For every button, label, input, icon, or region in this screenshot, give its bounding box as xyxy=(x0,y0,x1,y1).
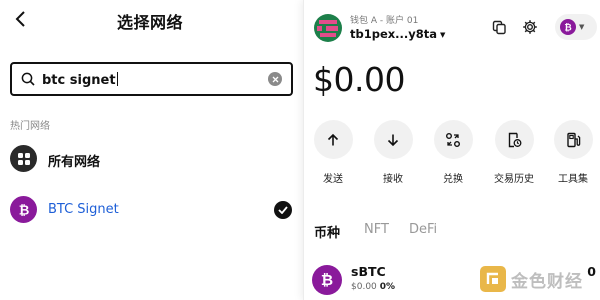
tab-defi[interactable]: DeFi xyxy=(409,222,437,237)
asset-fiat-value: $0.00 xyxy=(351,282,377,292)
watermark: 金色财经 xyxy=(480,264,583,294)
svg-text:₿: ₿ xyxy=(18,203,29,218)
balance: $0.00 xyxy=(313,60,405,99)
toolkit-button[interactable]: 工具集 xyxy=(543,120,600,185)
search-input[interactable]: btc signet xyxy=(10,62,293,96)
network-item-all[interactable]: 所有网络 xyxy=(0,141,300,177)
text-cursor xyxy=(116,72,118,86)
bitcoin-icon: ₿ xyxy=(560,19,576,35)
asset-value: $0.00 0% xyxy=(351,282,395,292)
receive-button[interactable]: 接收 xyxy=(363,120,423,185)
account-name: 钱包 A - 账户 01 xyxy=(350,16,419,26)
check-icon xyxy=(274,201,292,219)
history-label: 交易历史 xyxy=(494,174,534,185)
address-selector[interactable]: tb1pex...y8ta ▼ xyxy=(350,27,445,41)
clear-search-button[interactable] xyxy=(268,72,282,86)
network-item-label: 所有网络 xyxy=(48,155,101,170)
chevron-down-icon: ▼ xyxy=(579,23,585,31)
toolkit-label: 工具集 xyxy=(558,174,588,185)
bitcoin-icon: ₿ xyxy=(10,196,37,223)
avatar[interactable] xyxy=(314,14,342,42)
network-switcher[interactable]: ₿ ▼ xyxy=(555,14,597,40)
send-button[interactable]: 发送 xyxy=(304,120,363,185)
history-button[interactable]: 交易历史 xyxy=(484,120,544,185)
watermark-logo-icon xyxy=(480,266,506,292)
swap-label: 兑换 xyxy=(443,174,463,185)
arrow-up-icon xyxy=(327,133,339,145)
network-selector-panel: 选择网络 btc signet 热门网络 所有网络 ₿ BTC Signet xyxy=(0,0,300,300)
toolkit-icon xyxy=(567,132,581,147)
grid-icon xyxy=(10,145,37,172)
address-text: tb1pex...y8ta xyxy=(350,27,438,41)
asset-name: sBTC xyxy=(351,264,386,279)
swap-icon xyxy=(446,132,460,147)
history-icon xyxy=(508,132,522,147)
tab-tokens[interactable]: 币种 xyxy=(314,222,340,241)
gear-icon xyxy=(523,20,537,34)
settings-button[interactable] xyxy=(518,15,542,39)
svg-text:₿: ₿ xyxy=(321,271,333,289)
network-item-label: BTC Signet xyxy=(48,202,119,217)
asset-amount: 0 xyxy=(587,264,596,279)
search-text: btc signet xyxy=(42,72,118,88)
search-icon xyxy=(21,72,35,86)
network-item-btc-signet[interactable]: ₿ BTC Signet xyxy=(0,192,300,228)
swap-button[interactable]: 兑换 xyxy=(423,120,483,185)
asset-change: 0% xyxy=(379,282,396,292)
screen: 选择网络 btc signet 热门网络 所有网络 ₿ BTC Signet 钱… xyxy=(0,0,600,300)
section-label-popular: 热门网络 xyxy=(10,121,50,132)
bitcoin-icon: ₿ xyxy=(312,265,342,295)
page-title: 选择网络 xyxy=(116,13,183,32)
copy-icon xyxy=(492,20,506,34)
tab-nft[interactable]: NFT xyxy=(364,222,389,237)
action-bar: 发送 接收 兑换 交易历史 工具集 xyxy=(304,120,600,190)
send-label: 发送 xyxy=(323,174,343,185)
close-icon xyxy=(272,76,278,82)
caret-down-icon: ▼ xyxy=(440,31,446,39)
wallet-popup: 钱包 A - 账户 01 tb1pex...y8ta ▼ ₿ ▼ $0.00 发送… xyxy=(303,0,600,300)
receive-label: 接收 xyxy=(383,174,403,185)
watermark-text: 金色财经 xyxy=(511,271,583,292)
copy-button[interactable] xyxy=(487,15,511,39)
arrow-down-icon xyxy=(387,134,399,146)
search-value: btc signet xyxy=(42,73,116,88)
svg-text:₿: ₿ xyxy=(564,22,571,32)
